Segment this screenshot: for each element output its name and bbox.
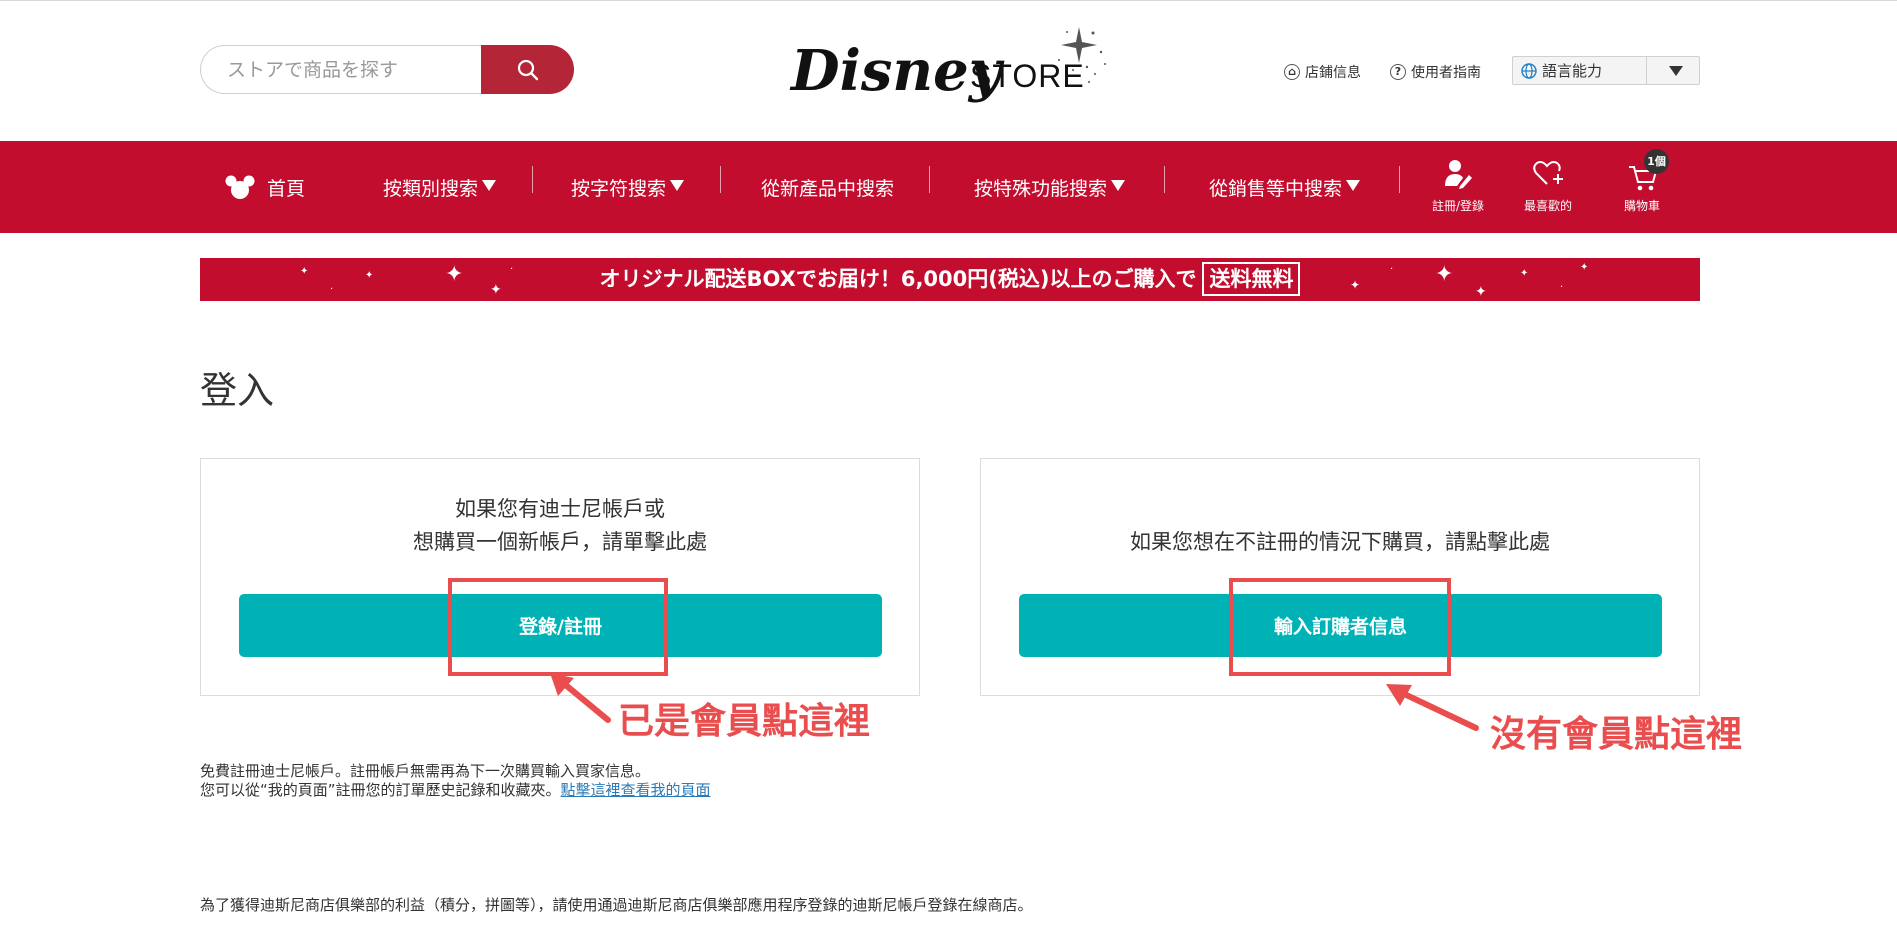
logo-store-text: STORE xyxy=(970,58,1085,94)
cart-label: 購物車 xyxy=(1623,199,1660,213)
banner-message: オリジナル配送BOXでお届け！6,000円(税込)以上のご購入で xyxy=(599,267,1197,291)
search-bar xyxy=(200,45,574,94)
nav-home-label: 首頁 xyxy=(267,177,306,200)
store-info-link[interactable]: ⌂ 店鋪信息 xyxy=(1284,62,1361,82)
caret-down-icon xyxy=(1111,180,1126,191)
page-title: 登入 xyxy=(200,369,274,412)
register-login-label: 註冊/登錄 xyxy=(1431,199,1485,213)
annotation-arrow-guest xyxy=(1386,684,1479,731)
nav-item-new-products[interactable]: 從新產品中搜索 xyxy=(761,141,894,233)
search-button[interactable] xyxy=(481,45,574,94)
highlight-box-member xyxy=(448,578,668,676)
register-note-line1: 免費註冊迪士尼帳戶。註冊帳戶無需再為下一次購買輸入買家信息。 xyxy=(200,762,651,780)
user-guide-label: 使用者指南 xyxy=(1411,65,1481,81)
favorites-button[interactable]: 最喜歡的 xyxy=(1508,141,1588,233)
language-label: 語言能力 xyxy=(1542,62,1603,80)
favorites-label: 最喜歡的 xyxy=(1523,199,1572,213)
member-card-line1: 如果您有迪士尼帳戶或 xyxy=(455,497,665,521)
chevron-down-icon xyxy=(1669,65,1683,76)
highlight-box-guest xyxy=(1229,578,1451,676)
user-edit-icon xyxy=(1445,160,1472,189)
caret-down-icon xyxy=(670,180,685,191)
banner-text: オリジナル配送BOXでお届け！6,000円(税込)以上のご購入で 送料無料 xyxy=(200,258,1700,301)
question-icon: ? xyxy=(1390,64,1406,80)
promo-banner[interactable]: ✦ · ✦ ✦ ✦ · ✦ · ✦ ✦ ✦ · ✦ オリジナル配送BOXでお届け… xyxy=(200,258,1700,301)
nav-item-character[interactable]: 按字符搜索 xyxy=(571,141,685,233)
nav-item-label: 從銷售等中搜索 xyxy=(1209,177,1343,200)
mickey-icon xyxy=(225,175,255,199)
nav-item-sales[interactable]: 從銷售等中搜索 xyxy=(1209,141,1361,233)
nav-item-label: 從新產品中搜索 xyxy=(761,177,895,200)
top-border xyxy=(0,0,1897,1)
heart-plus-icon xyxy=(1533,161,1563,185)
cart-count-badge: 1個 xyxy=(1644,149,1669,174)
store-info-label: 店鋪信息 xyxy=(1305,65,1361,81)
annotation-arrow-member xyxy=(550,673,611,723)
nav-item-label: 按類別搜索 xyxy=(383,177,479,200)
cart-button[interactable]: 購物車 xyxy=(1602,141,1682,233)
register-note-line2: 您可以從“我的頁面”註冊您的訂單歷史記錄和收藏夾。點擊這裡查看我的頁面 xyxy=(200,779,711,800)
my-page-link[interactable]: 點擊這裡查看我的頁面 xyxy=(561,781,711,799)
globe-icon xyxy=(1521,62,1537,79)
register-login-button[interactable]: 註冊/登錄 xyxy=(1418,141,1498,233)
store-icon: ⌂ xyxy=(1284,64,1300,80)
nav-item-label: 按特殊功能搜索 xyxy=(974,177,1108,200)
language-select[interactable]: 語言能力 xyxy=(1512,56,1700,85)
disney-store-logo[interactable]: Disney STORE xyxy=(787,22,1109,118)
register-note-text: 您可以從“我的頁面”註冊您的訂單歷史記錄和收藏夾。 xyxy=(200,781,561,799)
nav-item-special[interactable]: 按特殊功能搜索 xyxy=(974,141,1126,233)
guest-card-line1: 如果您想在不註冊的情況下購買，請點擊此處 xyxy=(1130,530,1550,554)
member-card-line2: 想購買一個新帳戶，請單擊此處 xyxy=(413,530,707,554)
nav-item-category[interactable]: 按類別搜索 xyxy=(383,141,497,233)
nav-item-label: 按字符搜索 xyxy=(571,177,667,200)
nav-home[interactable]: 首頁 xyxy=(225,141,305,233)
search-input[interactable] xyxy=(200,45,481,94)
search-icon xyxy=(517,59,539,81)
annotation-member-label: 已是會員點這裡 xyxy=(618,701,871,742)
club-note: 為了獲得迪斯尼商店俱樂部的利益（積分，拼圖等），請使用通過迪斯尼商店俱樂部應用程… xyxy=(200,896,1033,914)
caret-down-icon xyxy=(482,180,497,191)
annotation-guest-label: 沒有會員點這裡 xyxy=(1490,714,1743,755)
user-guide-link[interactable]: ? 使用者指南 xyxy=(1390,62,1481,82)
free-shipping-tag: 送料無料 xyxy=(1202,262,1301,296)
caret-down-icon xyxy=(1346,180,1361,191)
